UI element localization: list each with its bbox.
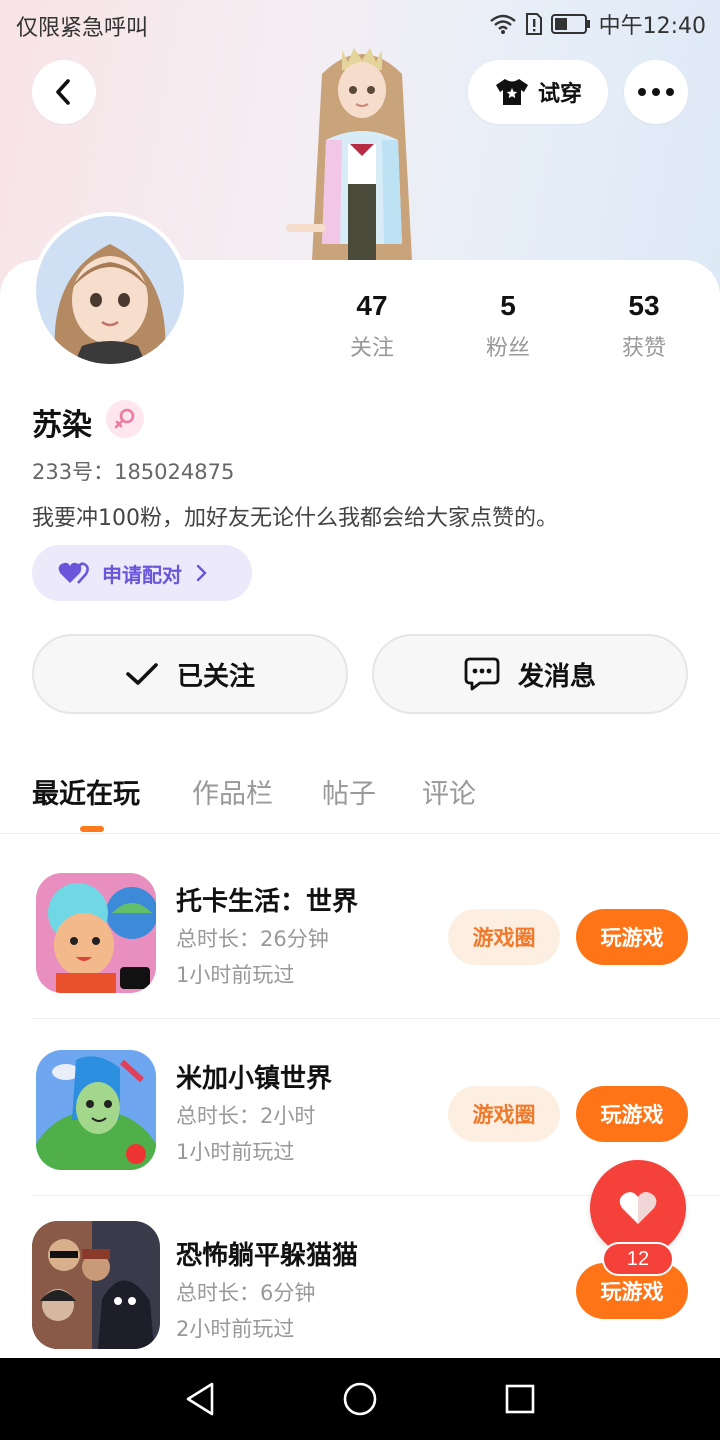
game-icon-miga-town [36,1050,156,1170]
followed-label: 已关注 [176,661,255,692]
tab-works[interactable]: 作品栏 [192,772,273,811]
list-item[interactable]: 托卡生活：世界 总时长：26分钟 1小时前玩过 游戏圈 玩游戏 [32,843,720,1019]
game-title: 米加小镇世界 [176,1064,333,1094]
send-message-button[interactable]: 发消息 [372,634,688,714]
game-last-played: 2小时前玩过 [176,1317,295,1341]
circle-home-icon [343,1382,377,1416]
battery-icon [550,14,590,34]
content-tabs: 最近在玩 作品栏 帖子 评论 [0,760,720,834]
more-dots-icon [638,88,674,96]
play-game-button[interactable]: 玩游戏 [576,1086,688,1142]
game-title: 托卡生活：世界 [176,887,359,917]
shirt-icon [495,79,528,105]
tab-comments[interactable]: 评论 [422,772,476,811]
stat-following-label: 关注 [349,336,394,361]
game-duration: 总时长：2小时 [176,1104,316,1128]
tab-posts[interactable]: 帖子 [322,772,376,811]
tab-recently-played[interactable]: 最近在玩 [32,772,140,811]
stat-fans-value: 5 [500,290,516,321]
stat-likes[interactable]: 53 获赞 [589,290,699,362]
play-game-button[interactable]: 玩游戏 [576,909,688,965]
active-tab-indicator [80,826,104,832]
more-button[interactable] [624,60,688,124]
send-message-label: 发消息 [517,661,596,692]
stat-following-value: 47 [356,290,388,321]
game-duration: 总时长：26分钟 [176,927,329,951]
game-duration: 总时长：6分钟 [176,1281,316,1305]
stat-following[interactable]: 47 关注 [317,290,427,362]
profile-id: 233号：185024875 [32,460,235,484]
check-icon [126,663,158,685]
status-time: 中午12:40 [598,14,706,39]
triangle-back-icon [186,1382,214,1416]
gender-badge [106,400,144,438]
profile-bio: 我要冲100粉，加好友无论什么我都会给大家点赞的。 [32,506,558,531]
nav-back-button[interactable] [179,1378,221,1420]
stat-fans[interactable]: 5 粉丝 [453,290,563,362]
game-icon-toca-life [36,873,156,993]
square-recents-icon [505,1384,535,1414]
try-on-label: 试穿 [537,82,582,107]
system-navigation-bar [0,1358,720,1440]
stat-fans-label: 粉丝 [485,336,530,361]
nav-home-button[interactable] [339,1378,381,1420]
game-icon-horror-hide-seek [32,1221,160,1349]
back-button[interactable] [32,60,96,124]
chevron-right-icon [196,564,207,582]
avatar-character-illustration [286,48,412,260]
game-title: 恐怖躺平躲猫猫 [176,1241,359,1271]
game-last-played: 1小时前玩过 [176,963,295,987]
chat-bubble-icon [464,657,500,691]
followed-button[interactable]: 已关注 [32,634,348,714]
like-count-badge: 12 [602,1242,674,1276]
avatar[interactable] [32,212,188,368]
nav-recents-button[interactable] [499,1378,541,1420]
heart-icon [619,1192,657,1224]
game-circle-button[interactable]: 游戏圈 [448,1086,560,1142]
wifi-icon [489,14,516,34]
avatar-image [36,216,184,364]
apply-match-button[interactable]: 申请配对 [32,545,252,601]
chevron-left-icon [56,79,70,105]
game-circle-button[interactable]: 游戏圈 [448,909,560,965]
female-icon [114,408,135,429]
stat-likes-label: 获赞 [621,336,666,361]
stat-likes-value: 53 [628,290,660,321]
status-bar: 仅限紧急呼叫 中午12:40 [0,0,720,50]
carrier-text: 仅限紧急呼叫 [16,16,149,41]
sim-alert-icon [525,13,542,35]
apply-match-label: 申请配对 [102,562,182,587]
profile-name: 苏染 [32,408,92,443]
try-on-button[interactable]: 试穿 [468,60,608,124]
game-last-played: 1小时前玩过 [176,1140,295,1164]
double-heart-icon [58,562,89,584]
